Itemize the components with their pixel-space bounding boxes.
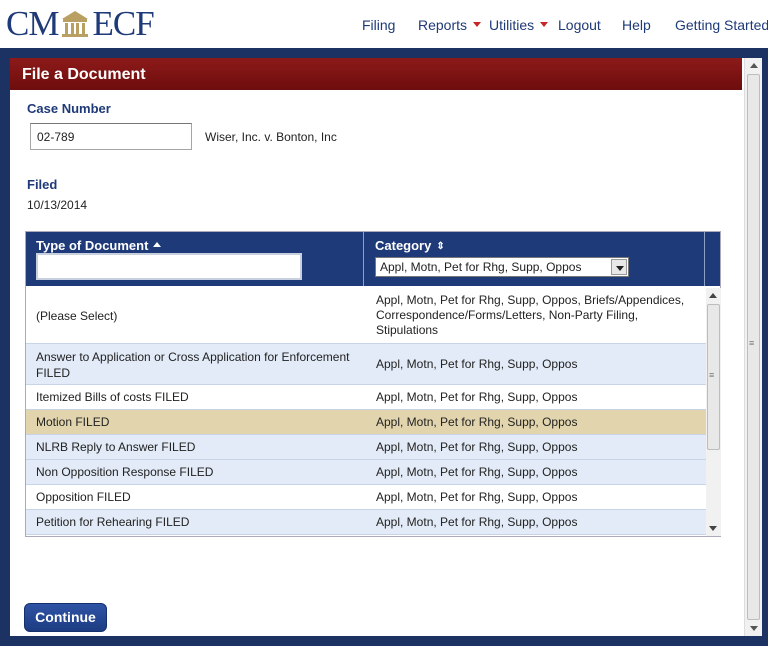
row-type: Non Opposition Response FILED <box>36 465 214 479</box>
row-type: Petition for Rehearing FILED <box>36 515 190 529</box>
column-header-type-label: Type of Document <box>36 238 149 253</box>
nav-getting-started[interactable]: Getting Started <box>675 17 768 33</box>
row-type: Answer to Application or Cross Applicati… <box>36 350 350 380</box>
type-filter-input[interactable] <box>36 253 302 280</box>
logo-text-left: CM <box>6 4 59 43</box>
scroll-up-icon[interactable] <box>750 63 758 68</box>
logo-text-right: ECF <box>92 4 154 43</box>
nav-filing-label: Filing <box>362 17 396 33</box>
scroll-down-icon[interactable] <box>750 626 758 631</box>
nav-filing[interactable]: Filing <box>362 17 395 33</box>
table-row[interactable]: Itemized Bills of costs FILED Appl, Motn… <box>26 385 706 410</box>
column-header-category[interactable]: Category ⇕ Appl, Motn, Pet for Rhg, Supp,… <box>365 232 705 286</box>
case-number-label: Case Number <box>27 101 111 116</box>
chevron-down-icon <box>473 21 482 27</box>
case-number-input[interactable] <box>30 123 192 150</box>
table-row[interactable]: Answer to Application or Cross Applicati… <box>26 344 706 385</box>
row-category: Appl, Motn, Pet for Rhg, Supp, Oppos <box>376 515 578 529</box>
table-scrollbar[interactable]: ≡ <box>706 288 721 536</box>
window-scrollbar[interactable]: ≡ <box>744 58 762 636</box>
panel-title: File a Document <box>10 58 742 90</box>
scroll-down-icon[interactable] <box>709 526 717 531</box>
courthouse-icon <box>62 11 89 37</box>
sort-ascending-icon[interactable] <box>153 242 162 248</box>
row-type: Opposition FILED <box>36 490 131 504</box>
document-type-table: Type of Document Category ⇕ Appl, Motn, P… <box>25 231 721 537</box>
row-type: NLRB Reply to Answer FILED <box>36 440 196 454</box>
row-category: Appl, Motn, Pet for Rhg, Supp, Oppos <box>376 415 578 429</box>
nav-logout-label: Logout <box>558 17 601 33</box>
row-category: Appl, Motn, Pet for Rhg, Supp, Oppos <box>376 440 578 454</box>
row-category: Appl, Motn, Pet for Rhg, Supp, Oppos <box>376 357 578 371</box>
chevron-down-icon <box>540 21 549 27</box>
cmecf-logo[interactable]: CM ECF <box>6 4 155 43</box>
row-type: Motion FILED <box>36 415 110 429</box>
nav-utilities[interactable]: Utilities <box>489 17 549 33</box>
table-row[interactable]: Non Opposition Response FILED Appl, Motn… <box>26 460 706 485</box>
category-select[interactable]: Appl, Motn, Pet for Rhg, Supp, Oppos <box>375 257 629 277</box>
table-row[interactable]: Opposition FILED Appl, Motn, Pet for Rhg… <box>26 485 706 510</box>
table-body: (Please Select) Appl, Motn, Pet for Rhg,… <box>26 288 706 536</box>
nav-reports-label: Reports <box>418 17 468 33</box>
row-category: Appl, Motn, Pet for Rhg, Supp, Oppos, Br… <box>376 293 685 337</box>
category-select-value: Appl, Motn, Pet for Rhg, Supp, Oppos <box>380 260 582 274</box>
row-type: (Please Select) <box>36 309 118 323</box>
nav-help[interactable]: Help <box>622 17 651 33</box>
table-header: Type of Document Category ⇕ Appl, Motn, P… <box>26 232 720 286</box>
row-category: Appl, Motn, Pet for Rhg, Supp, Oppos <box>376 390 578 404</box>
top-header: CM ECF Filing Reports Utilities Logout H… <box>0 0 768 48</box>
case-title: Wiser, Inc. v. Bonton, Inc <box>205 130 337 144</box>
file-document-window: File a Document Case Number Wiser, Inc. … <box>10 58 762 636</box>
column-header-type[interactable]: Type of Document <box>26 232 364 286</box>
column-header-category-label: Category <box>375 238 432 253</box>
nav-logout[interactable]: Logout <box>558 17 601 33</box>
nav-utilities-label: Utilities <box>489 17 535 33</box>
table-row[interactable]: (Please Select) Appl, Motn, Pet for Rhg,… <box>26 288 706 344</box>
table-row[interactable]: NLRB Reply to Answer FILED Appl, Motn, P… <box>26 435 706 460</box>
table-row-selected[interactable]: Motion FILED Appl, Motn, Pet for Rhg, Su… <box>26 410 706 435</box>
row-category: Appl, Motn, Pet for Rhg, Supp, Oppos <box>376 465 578 479</box>
row-category: Appl, Motn, Pet for Rhg, Supp, Oppos <box>376 490 578 504</box>
sort-toggle-icon[interactable]: ⇕ <box>436 241 444 252</box>
grip-icon: ≡ <box>709 370 715 380</box>
row-type: Itemized Bills of costs FILED <box>36 390 189 404</box>
table-row[interactable]: Petition for Rehearing FILED Appl, Motn,… <box>26 510 706 535</box>
nav-getting-started-label: Getting Started <box>675 17 768 33</box>
scroll-up-icon[interactable] <box>709 293 717 298</box>
dropdown-arrow-icon[interactable] <box>611 259 627 275</box>
filed-date: 10/13/2014 <box>27 198 88 212</box>
nav-help-label: Help <box>622 17 651 33</box>
continue-button[interactable]: Continue <box>24 603 107 632</box>
grip-icon: ≡ <box>749 338 755 348</box>
nav-reports[interactable]: Reports <box>418 17 482 33</box>
filed-label: Filed <box>27 177 58 192</box>
